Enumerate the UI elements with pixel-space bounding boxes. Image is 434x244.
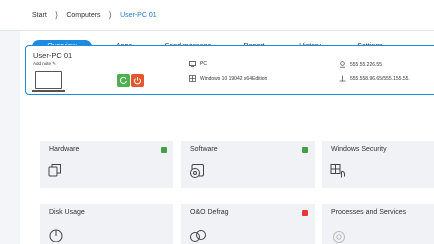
device-os: Windows 10 19042 x64Edition bbox=[189, 75, 267, 82]
device-type: PC bbox=[189, 61, 207, 67]
tile-hardware[interactable]: Hardware bbox=[40, 141, 173, 188]
status-ok-icon bbox=[302, 147, 308, 153]
defrag-icon bbox=[190, 230, 206, 242]
monitor-stand bbox=[32, 90, 65, 92]
device-os-label: Windows 10 19042 x64Edition bbox=[200, 75, 268, 82]
monitor-icon bbox=[35, 71, 62, 89]
add-note-label: Add note bbox=[33, 61, 52, 66]
tile-windows-security[interactable]: Windows Security bbox=[322, 141, 434, 188]
tile-title: Disk Usage bbox=[49, 209, 85, 216]
status-error-icon bbox=[302, 210, 308, 216]
disk-usage-icon bbox=[49, 229, 63, 242]
breadcrumb-computers[interactable]: Computers bbox=[66, 12, 100, 19]
breadcrumb-current-device[interactable]: User-PC 01 bbox=[120, 12, 157, 19]
device-summary-card[interactable]: User-PC 01 Add note ✎ PC Windows 10 1904… bbox=[25, 45, 434, 95]
network-icon bbox=[339, 75, 346, 82]
windows-icon bbox=[189, 75, 196, 82]
tile-title: Software bbox=[190, 146, 218, 153]
breadcrumb: Start ⟩ Computers ⟩ User-PC 01 bbox=[0, 0, 434, 31]
breadcrumb-separator-icon: ⟩ bbox=[54, 9, 59, 20]
status-ok-icon bbox=[161, 147, 167, 153]
remote-control-icon bbox=[119, 76, 127, 84]
windows-security-icon bbox=[330, 164, 345, 178]
breadcrumb-start[interactable]: Start bbox=[32, 12, 47, 19]
remote-control-button[interactable] bbox=[117, 74, 130, 87]
device-network: 555.558.96.65/555.155.55. bbox=[339, 75, 410, 82]
device-name: User-PC 01 bbox=[33, 51, 73, 60]
pencil-icon: ✎ bbox=[52, 61, 57, 66]
tile-software[interactable]: Software bbox=[181, 141, 315, 188]
tile-disk-usage[interactable]: Disk Usage bbox=[40, 204, 173, 244]
device-type-label: PC bbox=[200, 61, 207, 67]
pc-icon bbox=[189, 61, 196, 67]
processes-icon bbox=[333, 231, 345, 243]
device-network-label: 555.558.96.65/555.155.55. bbox=[350, 75, 410, 82]
tile-title: Windows Security bbox=[331, 146, 387, 153]
shutdown-button[interactable] bbox=[131, 74, 144, 87]
add-note-link[interactable]: Add note ✎ bbox=[33, 61, 56, 67]
hardware-icon bbox=[48, 164, 61, 177]
software-icon bbox=[190, 164, 204, 178]
tile-title: O&O Defrag bbox=[190, 209, 229, 216]
breadcrumb-separator-icon: ⟩ bbox=[108, 9, 113, 20]
tile-processes-services[interactable]: Processes and Services bbox=[322, 204, 434, 244]
tile-title: Processes and Services bbox=[331, 209, 407, 216]
tile-title: Hardware bbox=[49, 146, 80, 153]
device-ip: 555.55.226.55 bbox=[339, 61, 382, 68]
location-icon bbox=[340, 61, 345, 68]
power-icon bbox=[134, 77, 141, 85]
tile-oo-defrag[interactable]: O&O Defrag bbox=[181, 204, 315, 244]
device-ip-label: 555.55.226.55 bbox=[350, 61, 382, 68]
